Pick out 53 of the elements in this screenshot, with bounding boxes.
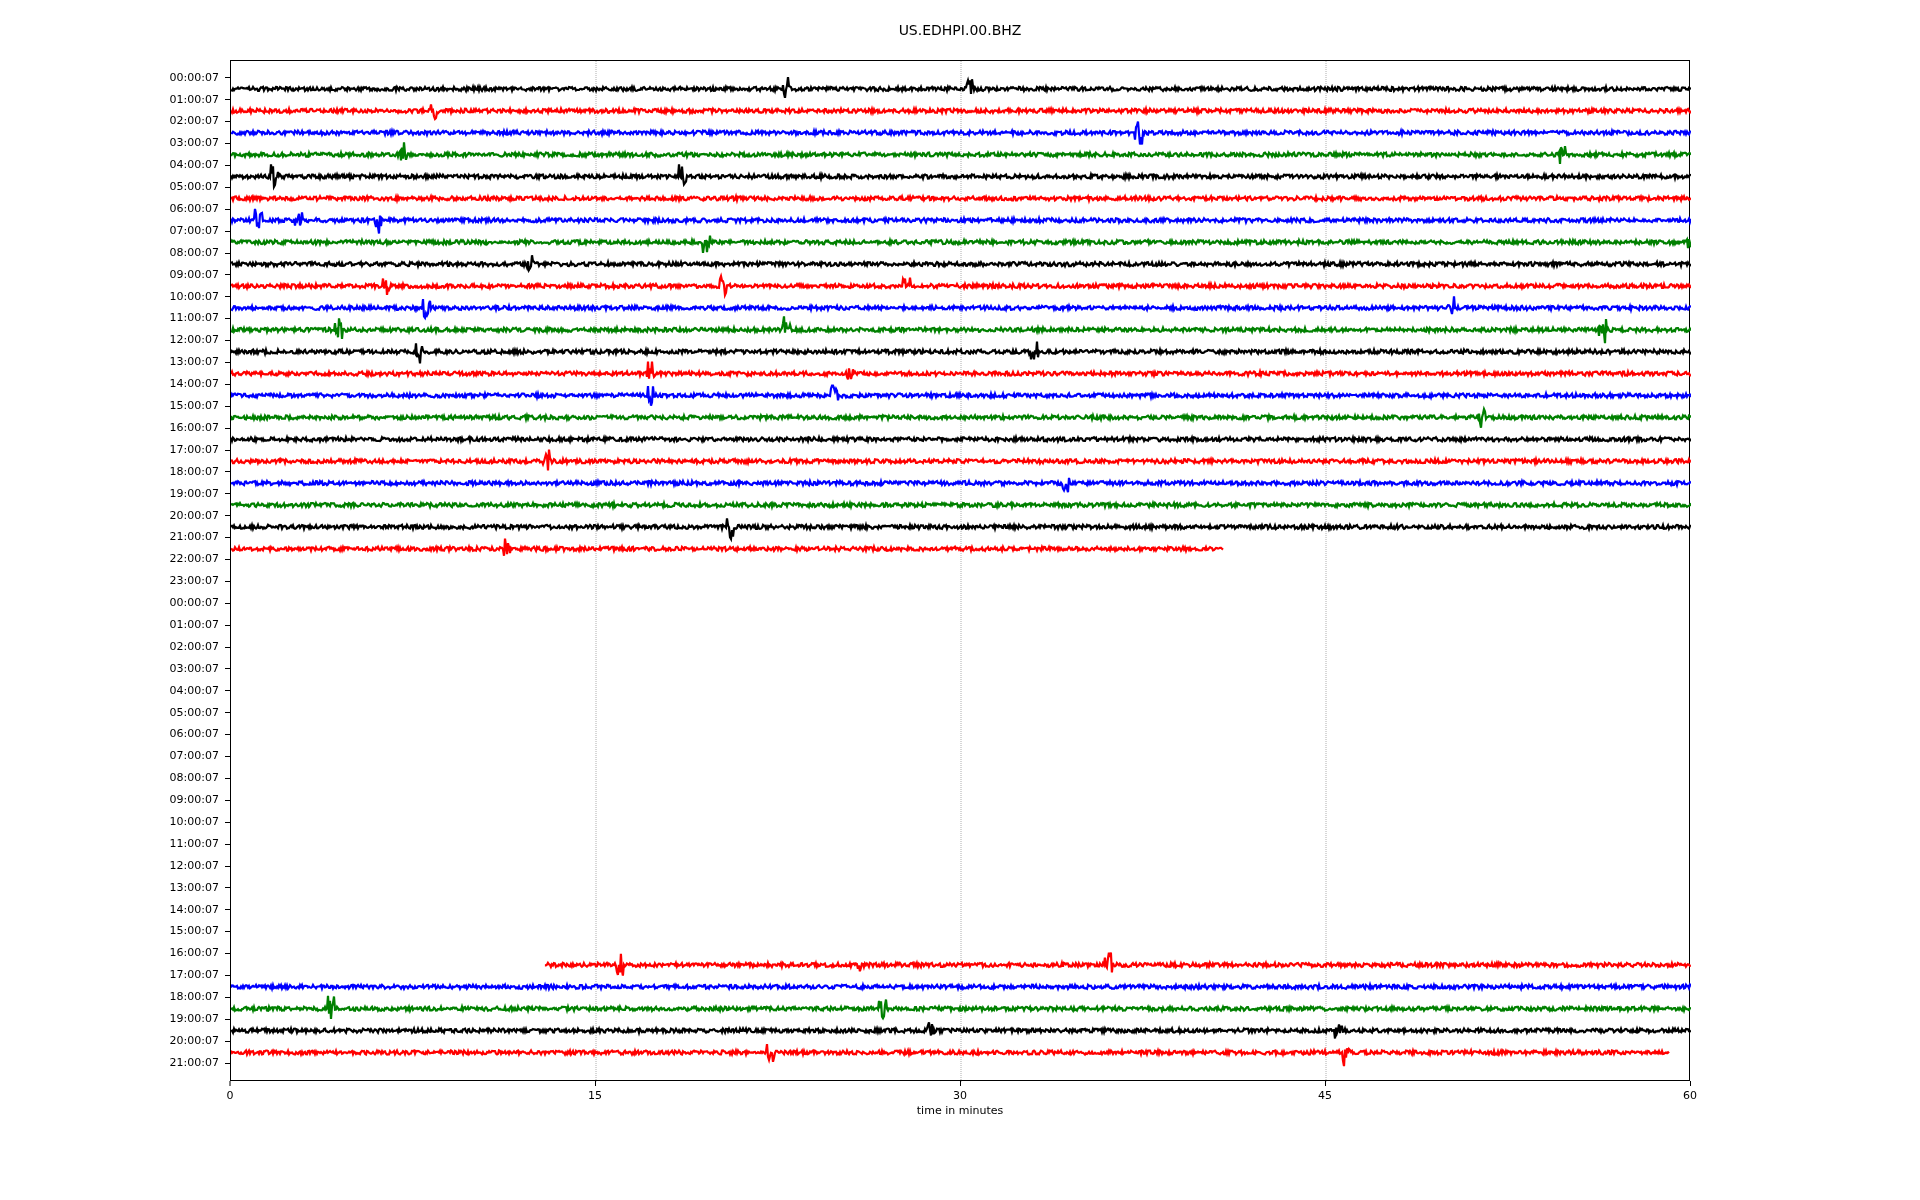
hour-label: 13:00:07 — [169, 879, 219, 896]
hour-label: 07:00:07 — [169, 222, 219, 239]
hour-label: 14:00:07 — [169, 901, 219, 918]
hour-label: 10:00:07 — [169, 288, 219, 305]
minute-tick-label: 0 — [226, 1088, 234, 1104]
minute-tick-label: 60 — [1683, 1088, 1697, 1104]
hour-label: 19:00:07 — [169, 485, 219, 502]
hour-label: 12:00:07 — [169, 332, 219, 349]
hour-label: 12:00:07 — [169, 857, 219, 874]
minute-tick-label: 15 — [588, 1088, 602, 1104]
hour-label: 00:00:07 — [169, 595, 219, 612]
hour-label: 05:00:07 — [169, 179, 219, 196]
hour-label: 06:00:07 — [169, 726, 219, 743]
hour-label: 00:00:07 — [169, 69, 219, 86]
hour-label: 06:00:07 — [169, 201, 219, 218]
hour-label: 14:00:07 — [169, 376, 219, 393]
hour-label: 23:00:07 — [169, 573, 219, 590]
hour-label: 08:00:07 — [169, 770, 219, 787]
hour-label: 09:00:07 — [169, 266, 219, 283]
hour-label: 16:00:07 — [169, 419, 219, 436]
hour-label: 05:00:07 — [169, 704, 219, 721]
hour-label: 16:00:07 — [169, 945, 219, 962]
hour-label: 01:00:07 — [169, 616, 219, 633]
hour-label: 20:00:07 — [169, 1032, 219, 1049]
hour-label: 21:00:07 — [169, 1054, 219, 1071]
hour-label: 15:00:07 — [169, 398, 219, 415]
minute-tick-label: 45 — [1318, 1088, 1332, 1104]
hour-label: 17:00:07 — [169, 441, 219, 458]
hour-label: 03:00:07 — [169, 660, 219, 677]
minute-tick-label: 30 — [953, 1088, 967, 1104]
x-axis-label: time in minutes — [916, 1103, 1004, 1119]
hour-label: 20:00:07 — [169, 507, 219, 524]
hour-label: 10:00:07 — [169, 813, 219, 830]
hour-label: 18:00:07 — [169, 463, 219, 480]
hour-label: 02:00:07 — [169, 638, 219, 655]
hour-label: 04:00:07 — [169, 682, 219, 699]
hour-label: 01:00:07 — [169, 91, 219, 108]
hour-label: 17:00:07 — [169, 967, 219, 984]
hour-label: 11:00:07 — [169, 835, 219, 852]
hour-label: 09:00:07 — [169, 792, 219, 809]
hour-label: 13:00:07 — [169, 354, 219, 371]
hour-label: 07:00:07 — [169, 748, 219, 765]
hour-label: 04:00:07 — [169, 157, 219, 174]
hour-label: 22:00:07 — [169, 551, 219, 568]
hour-label: 11:00:07 — [169, 310, 219, 327]
hour-label: 15:00:07 — [169, 923, 219, 940]
hour-label: 08:00:07 — [169, 244, 219, 261]
hour-label: 02:00:07 — [169, 113, 219, 130]
plot-title: US.EDHPI.00.BHZ — [898, 20, 1022, 40]
hour-label: 18:00:07 — [169, 989, 219, 1006]
hour-label: 19:00:07 — [169, 1011, 219, 1027]
hour-label: 21:00:07 — [169, 529, 219, 546]
hour-label: 03:00:07 — [169, 135, 219, 152]
